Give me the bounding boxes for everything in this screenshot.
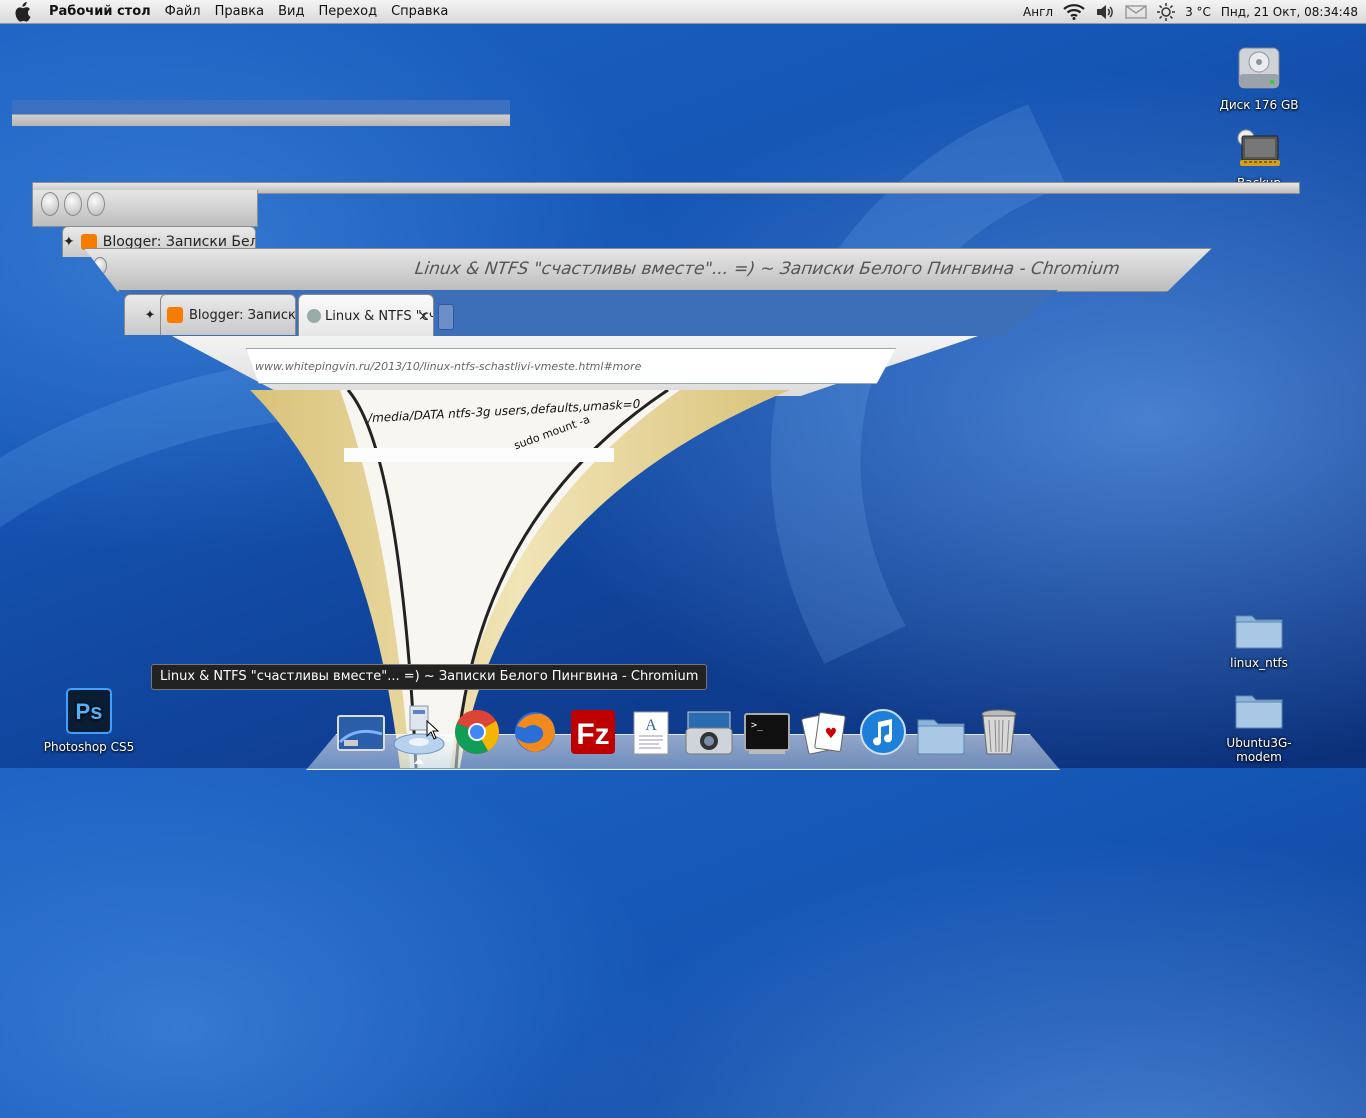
desktop-icon-photoshop[interactable]: Ps Photoshop CS5 xyxy=(34,688,144,754)
pin-icon: ✦ xyxy=(144,307,156,323)
filezilla-icon: Fz xyxy=(571,710,615,754)
firefox-icon xyxy=(515,712,555,752)
trash-icon xyxy=(981,709,1017,755)
window-controls xyxy=(41,192,105,216)
dock-item-text-editor[interactable]: A xyxy=(624,702,678,756)
desktop-icon-label: Ubuntu3G-modem xyxy=(1226,736,1292,764)
menu-file[interactable]: Файл xyxy=(158,0,208,23)
folder-icon xyxy=(917,719,965,755)
dock-item-rhythmbox[interactable] xyxy=(856,702,910,756)
playing-cards-icon: ♥ xyxy=(801,712,846,755)
new-tab-button[interactable] xyxy=(438,304,454,330)
svg-text:>_: >_ xyxy=(751,720,764,731)
mouse-cursor-icon xyxy=(426,720,440,740)
desktop-icon-linux-ntfs[interactable]: linux_ntfs xyxy=(1204,610,1314,670)
desktop-icon-label: linux_ntfs xyxy=(1230,656,1288,670)
tab-label: Blogger: Записки Бел xyxy=(102,234,256,250)
window-controls xyxy=(93,257,107,275)
close-button-icon[interactable] xyxy=(93,257,107,275)
dock-item-filezilla[interactable]: Fz xyxy=(566,702,620,756)
dock-item-firefox[interactable] xyxy=(508,702,562,756)
dock-item-solitaire[interactable]: ♥ xyxy=(798,702,852,756)
chrome-icon xyxy=(455,710,499,754)
desktop-icon-label: Photoshop CS5 xyxy=(43,740,135,754)
wifi-icon[interactable] xyxy=(1063,3,1085,20)
svg-text:♥: ♥ xyxy=(825,726,838,742)
photoshop-icon: Ps xyxy=(34,688,144,737)
tab-linux-ntfs[interactable]: Linux & NTFS "счастли × xyxy=(298,294,434,337)
running-indicator xyxy=(414,758,424,764)
folder-icon xyxy=(1204,690,1314,733)
address-bar[interactable]: www.whitepingvin.ru/2013/10/linux-ntfs-s… xyxy=(246,348,896,384)
menu-help[interactable]: Справка xyxy=(384,0,455,23)
blogger-favicon xyxy=(80,234,97,250)
tux-favicon xyxy=(307,309,321,323)
desktop-icon-backup[interactable]: Backup xyxy=(1204,128,1314,184)
tab-close-icon[interactable]: × xyxy=(418,309,429,324)
window-title: Linux & NTFS "счастливы вместе"... =) ~ … xyxy=(413,259,1122,279)
desktop-icon-modem[interactable]: Ubuntu3G-modem xyxy=(1204,690,1314,764)
maximize-button-icon[interactable] xyxy=(87,192,105,216)
pin-icon: ✦ xyxy=(63,234,75,250)
svg-text:Fz: Fz xyxy=(576,718,609,751)
folder-icon xyxy=(1204,610,1314,653)
music-player-icon xyxy=(860,709,906,755)
window-titlebar: Linux & NTFS "счастливы вместе"... =) ~ … xyxy=(84,248,1212,292)
minimize-button-icon[interactable] xyxy=(64,192,82,216)
terminal-icon: >_ xyxy=(744,713,790,754)
camera-icon xyxy=(685,711,733,755)
tab-label: Blogger: Записки Бел xyxy=(189,307,296,323)
top-menu-bar: Рабочий стол Файл Правка Вид Переход Спр… xyxy=(0,0,1366,24)
dock-item-desktop[interactable] xyxy=(334,702,388,756)
dock-item-folder[interactable] xyxy=(914,702,968,756)
volume-icon[interactable] xyxy=(1095,4,1115,20)
desktop-icon xyxy=(337,715,385,751)
weather-sun-icon[interactable] xyxy=(1157,2,1176,21)
apple-menu-icon[interactable] xyxy=(12,1,32,22)
dock-item-screenshot[interactable] xyxy=(682,702,736,756)
mail-icon[interactable] xyxy=(1125,4,1147,19)
dock-tooltip: Linux & NTFS "счастливы вместе"... =) ~ … xyxy=(151,664,708,690)
menu-go[interactable]: Переход xyxy=(311,0,384,23)
laptop-icon xyxy=(1204,128,1314,173)
menu-app-name[interactable]: Рабочий стол xyxy=(42,0,158,23)
text-editor-icon: A xyxy=(633,711,669,755)
dock-item-chrome[interactable] xyxy=(450,702,504,756)
desktop-icon-label: Диск 176 GB xyxy=(1219,98,1299,112)
desktop-icon-disk[interactable]: Диск 176 GB xyxy=(1204,44,1314,112)
menu-edit[interactable]: Правка xyxy=(208,0,271,23)
temperature[interactable]: 3 °C xyxy=(1185,5,1211,19)
clock[interactable]: Пнд, 21 Окт, 08:34:48 xyxy=(1221,5,1358,19)
svg-text:Ps: Ps xyxy=(76,699,103,724)
window-slice xyxy=(12,100,510,126)
keyboard-layout[interactable]: Англ xyxy=(1023,5,1053,19)
blogger-favicon xyxy=(167,307,183,323)
status-area: Англ 3 °C Пнд, 21 Окт, 08:34:48 xyxy=(1023,0,1358,23)
hard-drive-icon xyxy=(1204,44,1314,95)
svg-text:A: A xyxy=(645,717,657,734)
menu-view[interactable]: Вид xyxy=(271,0,311,23)
dock-item-trash[interactable] xyxy=(972,702,1026,756)
tab-blogger[interactable]: Blogger: Записки Бел xyxy=(160,294,296,335)
dock-item-terminal[interactable]: >_ xyxy=(740,702,794,756)
window-title-fragment xyxy=(32,190,258,227)
close-button-icon[interactable] xyxy=(41,192,59,216)
